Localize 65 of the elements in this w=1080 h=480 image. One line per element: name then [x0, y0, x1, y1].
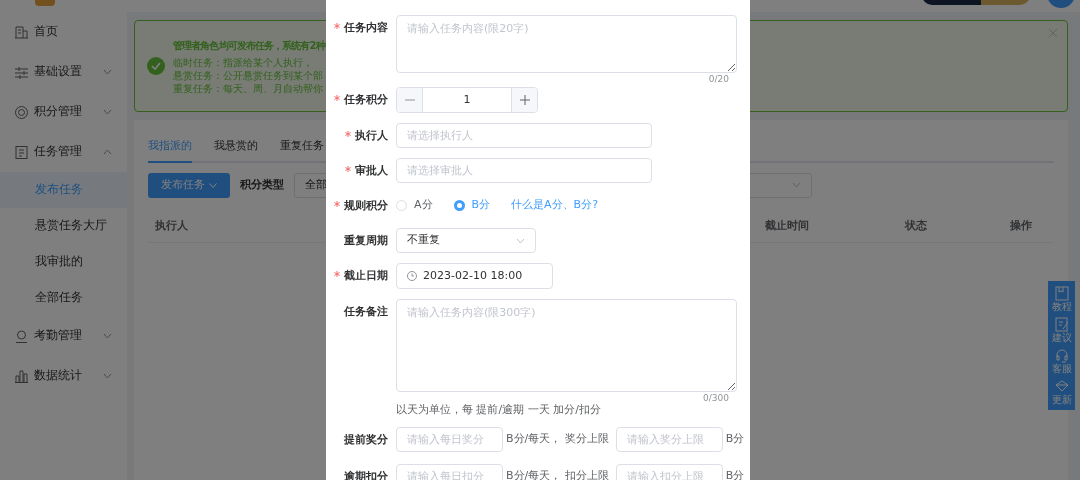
book-icon [1053, 286, 1070, 302]
radio-option[interactable]: A分 [396, 197, 433, 214]
building-icon [15, 25, 28, 39]
column-header: 截止时间 [765, 217, 810, 234]
sidebar-item[interactable]: 数据统计 [0, 356, 127, 396]
radio-option[interactable]: B分 [453, 197, 491, 214]
close-icon [1049, 29, 1057, 37]
column-header: 执行人 [155, 217, 189, 234]
sidebar-item[interactable]: 基础设置 [0, 52, 127, 92]
field-label: 任务内容 [344, 21, 388, 34]
unit-text: B分 [725, 467, 745, 480]
edit-icon [1053, 317, 1070, 333]
sidebar-item[interactable]: 任务管理 [0, 132, 127, 172]
unit-text: B分 [725, 430, 745, 447]
alert-title: 管理者角色均可发布任务，系统有2种 [173, 38, 325, 53]
alert-text: 悬赏任务：公开悬赏任务到某个部 [173, 68, 324, 82]
column-header: 状态 [905, 217, 928, 234]
field-label: 任务备注 [344, 305, 388, 318]
document-icon [15, 145, 28, 159]
chevron-down-icon [516, 237, 525, 244]
field-label: 执行人 [355, 129, 388, 142]
sidebar-subitem[interactable]: 我审批的 [0, 244, 127, 280]
char-counter: 0/20 [708, 74, 729, 84]
sidebar-item[interactable]: 考勤管理 [0, 316, 127, 356]
minus-button[interactable] [397, 88, 423, 112]
field-label: 重复周期 [344, 234, 388, 247]
clock-icon [407, 271, 417, 281]
field-label: 提前奖分 [344, 432, 388, 446]
help-link[interactable]: 什么是A分、B分? [511, 197, 598, 214]
bar-chart-icon [15, 369, 28, 383]
sliders-icon [15, 65, 28, 79]
field-label: 任务积分 [344, 93, 388, 106]
chevron-up-icon [103, 149, 112, 155]
field-label: 规则积分 [344, 199, 388, 212]
plus-button[interactable] [511, 88, 537, 112]
char-counter: 0/300 [703, 393, 729, 403]
headset-icon [1053, 347, 1070, 363]
field-label: 审批人 [355, 164, 388, 177]
chevron-down-icon [103, 373, 112, 379]
check-circle-icon [147, 57, 165, 75]
chevron-down-icon [792, 182, 801, 188]
chevron-down-icon [209, 182, 217, 188]
date-field[interactable]: 2023-02-10 18:00 [396, 263, 553, 289]
tab[interactable]: 重复任务 [280, 134, 324, 163]
dropdown-field[interactable]: 不重复 [396, 228, 536, 253]
sidebar-subitem[interactable]: 全部任务 [0, 280, 127, 316]
diamond-icon [1053, 378, 1070, 394]
sidebar-item[interactable]: 积分管理 [0, 92, 127, 132]
unit-text: B分/每天， 奖分上限 [506, 430, 609, 447]
plus-icon [519, 95, 530, 105]
chevron-down-icon [103, 69, 112, 75]
field-label: 截止日期 [344, 269, 388, 282]
alert-text: 临时任务：指派给某个人执行， [173, 55, 314, 69]
number-stepper[interactable]: 1 [396, 87, 538, 113]
filter-label: 积分类型 [240, 176, 284, 193]
sidebar-item[interactable]: 首页 [0, 12, 127, 52]
tab[interactable]: 我悬赏的 [214, 134, 258, 163]
chevron-down-icon [103, 333, 112, 339]
column-header: 操作 [1010, 217, 1033, 234]
sidebar-subitem[interactable]: 悬赏任务大厅 [0, 208, 127, 244]
hint-text: 以天为单位，每 提前/逾期 一天 加分/扣分 [395, 402, 602, 418]
unit-text: B分/每天， 扣分上限 [506, 467, 609, 480]
alert-text: 重复任务：每天、周、月自动帮你 [173, 81, 324, 95]
chevron-down-icon [103, 109, 112, 115]
target-icon [15, 105, 28, 119]
